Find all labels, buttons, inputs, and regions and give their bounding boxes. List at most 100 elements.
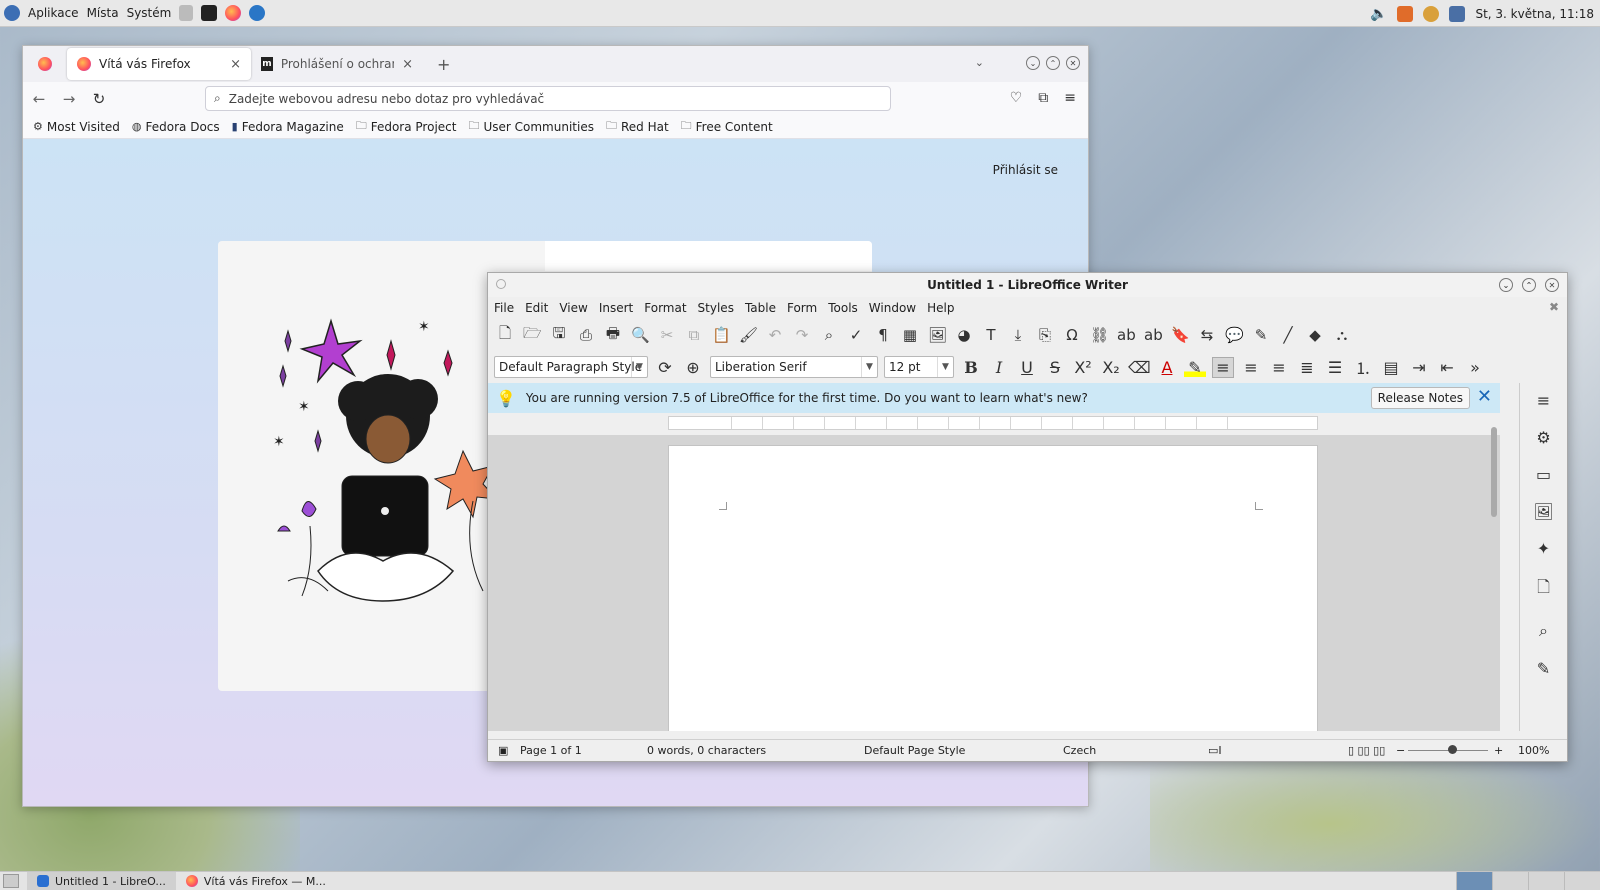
font-name-combo[interactable]: Liberation Serif ▼ xyxy=(710,356,878,378)
decrease-indent-icon[interactable]: ⇤ xyxy=(1436,358,1458,377)
zoom-level[interactable]: 100% xyxy=(1518,744,1549,757)
minimize-button[interactable]: ⌄ xyxy=(1499,278,1513,292)
footnote-icon[interactable]: ab xyxy=(1117,326,1136,344)
track-changes-icon[interactable]: ✎ xyxy=(1252,326,1270,344)
new-document-icon[interactable]: 🗋 xyxy=(496,323,514,348)
menu-edit[interactable]: Edit xyxy=(525,301,548,315)
highlight-icon[interactable]: ✎ xyxy=(1184,357,1206,377)
menu-table[interactable]: Table xyxy=(745,301,776,315)
cut-icon[interactable]: ✂ xyxy=(658,326,676,344)
tab-close-icon[interactable]: × xyxy=(230,57,241,72)
insert-table-icon[interactable]: ▦ xyxy=(901,326,919,344)
more-options-icon[interactable]: » xyxy=(1464,358,1486,377)
increase-indent-icon[interactable]: ⇥ xyxy=(1408,358,1430,377)
bookmark-fedora-docs[interactable]: ◍ Fedora Docs xyxy=(132,120,220,134)
insert-field-icon[interactable]: ⎘ xyxy=(1036,326,1054,344)
firefox-view-button[interactable] xyxy=(23,48,67,80)
menu-view[interactable]: View xyxy=(559,301,587,315)
list-tabs-chevron-icon[interactable]: ⌄ xyxy=(975,56,984,69)
find-replace-icon[interactable]: ⌕ xyxy=(820,326,838,344)
zoom-slider-handle[interactable] xyxy=(1448,745,1457,754)
bookmark-free-content[interactable]: 🗀 Free Content xyxy=(681,117,773,136)
insert-text-box-icon[interactable]: T xyxy=(982,326,1000,344)
view-layout-icon[interactable]: ▯ ▯▯ ▯▯ xyxy=(1348,744,1385,757)
minimize-button[interactable]: ⌄ xyxy=(1026,56,1040,70)
navigator-icon[interactable]: ⌕ xyxy=(1539,621,1548,641)
paste-icon[interactable]: 📋 xyxy=(712,326,731,344)
task-writer[interactable]: Untitled 1 - LibreO... xyxy=(27,872,176,890)
terminal-launcher-icon[interactable] xyxy=(201,5,218,21)
extensions-icon[interactable]: ⧉ xyxy=(1038,90,1048,106)
close-document-icon[interactable]: ✖ xyxy=(1549,300,1559,314)
menu-file[interactable]: File xyxy=(494,301,514,315)
spelling-icon[interactable]: ✓ xyxy=(847,326,865,344)
align-right-icon[interactable]: ≡ xyxy=(1268,358,1290,377)
tab-welcome[interactable]: Vítá vás Firefox × xyxy=(67,48,251,80)
superscript-icon[interactable]: X² xyxy=(1072,358,1094,377)
page-deck-icon[interactable]: ▭ xyxy=(1536,465,1551,484)
thunderbird-launcher-icon[interactable] xyxy=(249,5,266,21)
vertical-scrollbar[interactable] xyxy=(1489,417,1499,731)
manage-changes-icon[interactable]: ✎ xyxy=(1537,659,1550,678)
menu-insert[interactable]: Insert xyxy=(599,301,633,315)
properties-icon[interactable]: ⚙ xyxy=(1536,428,1550,447)
close-window-button[interactable]: ✕ xyxy=(1066,56,1080,70)
cross-reference-icon[interactable]: ⇆ xyxy=(1198,326,1216,344)
firefox-launcher-icon[interactable] xyxy=(225,5,242,21)
strikethrough-icon[interactable]: S xyxy=(1044,358,1066,377)
update-style-icon[interactable]: ⟳ xyxy=(654,358,676,377)
tab-privacy[interactable]: m Prohlášení o ochraně osob × xyxy=(251,48,423,80)
bullet-list-icon[interactable]: ☰ xyxy=(1324,358,1346,377)
navigator-page-icon[interactable]: 🗋 xyxy=(1537,576,1550,603)
bold-icon[interactable]: B xyxy=(960,358,982,377)
menu-styles[interactable]: Styles xyxy=(698,301,734,315)
chevron-down-icon[interactable]: ▼ xyxy=(937,357,953,377)
tab-close-icon[interactable]: × xyxy=(402,57,413,72)
menu-form[interactable]: Form xyxy=(787,301,817,315)
update-icon[interactable] xyxy=(1397,5,1414,22)
url-bar[interactable]: ⌕ Zadejte webovou adresu nebo dotaz pro … xyxy=(205,86,891,111)
gallery-icon[interactable]: 🖼 xyxy=(1533,502,1553,521)
sidebar-menu-icon[interactable]: ≡ xyxy=(1537,391,1550,410)
document-page[interactable] xyxy=(668,445,1318,731)
page-break-icon[interactable]: ⤓ xyxy=(1009,326,1027,344)
basic-shapes-icon[interactable]: ◆ xyxy=(1306,326,1324,344)
copy-icon[interactable]: ⧉ xyxy=(685,326,703,344)
bookmark-icon[interactable]: 🔖 xyxy=(1171,326,1190,344)
menu-places[interactable]: Místa xyxy=(87,6,119,20)
language[interactable]: Czech xyxy=(1063,744,1096,757)
font-color-icon[interactable]: A xyxy=(1156,358,1178,377)
document-modified-icon[interactable]: ▣ xyxy=(498,744,508,757)
back-button[interactable]: ← xyxy=(31,90,47,108)
workspace-switcher[interactable] xyxy=(1456,872,1600,890)
insert-chart-icon[interactable]: ◕ xyxy=(955,326,973,344)
save-icon[interactable]: 🖫 xyxy=(550,323,568,348)
paragraph-outline-icon[interactable]: ▤ xyxy=(1380,358,1402,377)
draw-functions-icon[interactable]: ⛬ xyxy=(1333,326,1351,344)
print-preview-icon[interactable]: 🔍 xyxy=(631,326,650,344)
release-notes-button[interactable]: Release Notes xyxy=(1370,387,1470,409)
redo-icon[interactable]: ↷ xyxy=(793,326,811,344)
pocket-icon[interactable]: ♡ xyxy=(1010,90,1023,106)
font-size-combo[interactable]: 12 pt ▼ xyxy=(884,356,954,378)
fedora-logo-icon[interactable] xyxy=(4,5,20,21)
special-character-icon[interactable]: Ω xyxy=(1063,326,1081,344)
menu-window[interactable]: Window xyxy=(869,301,916,315)
workspace-4[interactable] xyxy=(1564,872,1600,890)
bookmark-most-visited[interactable]: ⚙ Most Visited xyxy=(33,120,120,134)
hyperlink-icon[interactable]: ⛓ xyxy=(1090,326,1109,344)
reload-button[interactable]: ↻ xyxy=(91,90,107,108)
zoom-out-icon[interactable]: − xyxy=(1396,744,1405,757)
zoom-in-icon[interactable]: + xyxy=(1494,744,1503,757)
menu-tools[interactable]: Tools xyxy=(828,301,858,315)
bookmark-fedora-project[interactable]: 🗀 Fedora Project xyxy=(356,117,457,136)
word-count[interactable]: 0 words, 0 characters xyxy=(647,744,766,757)
print-icon[interactable]: 🖶 xyxy=(604,323,622,348)
insert-line-icon[interactable]: ╱ xyxy=(1279,326,1297,344)
clear-formatting-icon[interactable]: ⌫ xyxy=(1128,358,1151,377)
menu-applications[interactable]: Aplikace xyxy=(28,6,79,20)
new-style-icon[interactable]: ⊕ xyxy=(682,358,704,377)
show-desktop-icon[interactable] xyxy=(3,874,19,888)
align-left-icon[interactable]: ≡ xyxy=(1212,356,1234,378)
bookmark-red-hat[interactable]: 🗀 Red Hat xyxy=(606,117,669,136)
